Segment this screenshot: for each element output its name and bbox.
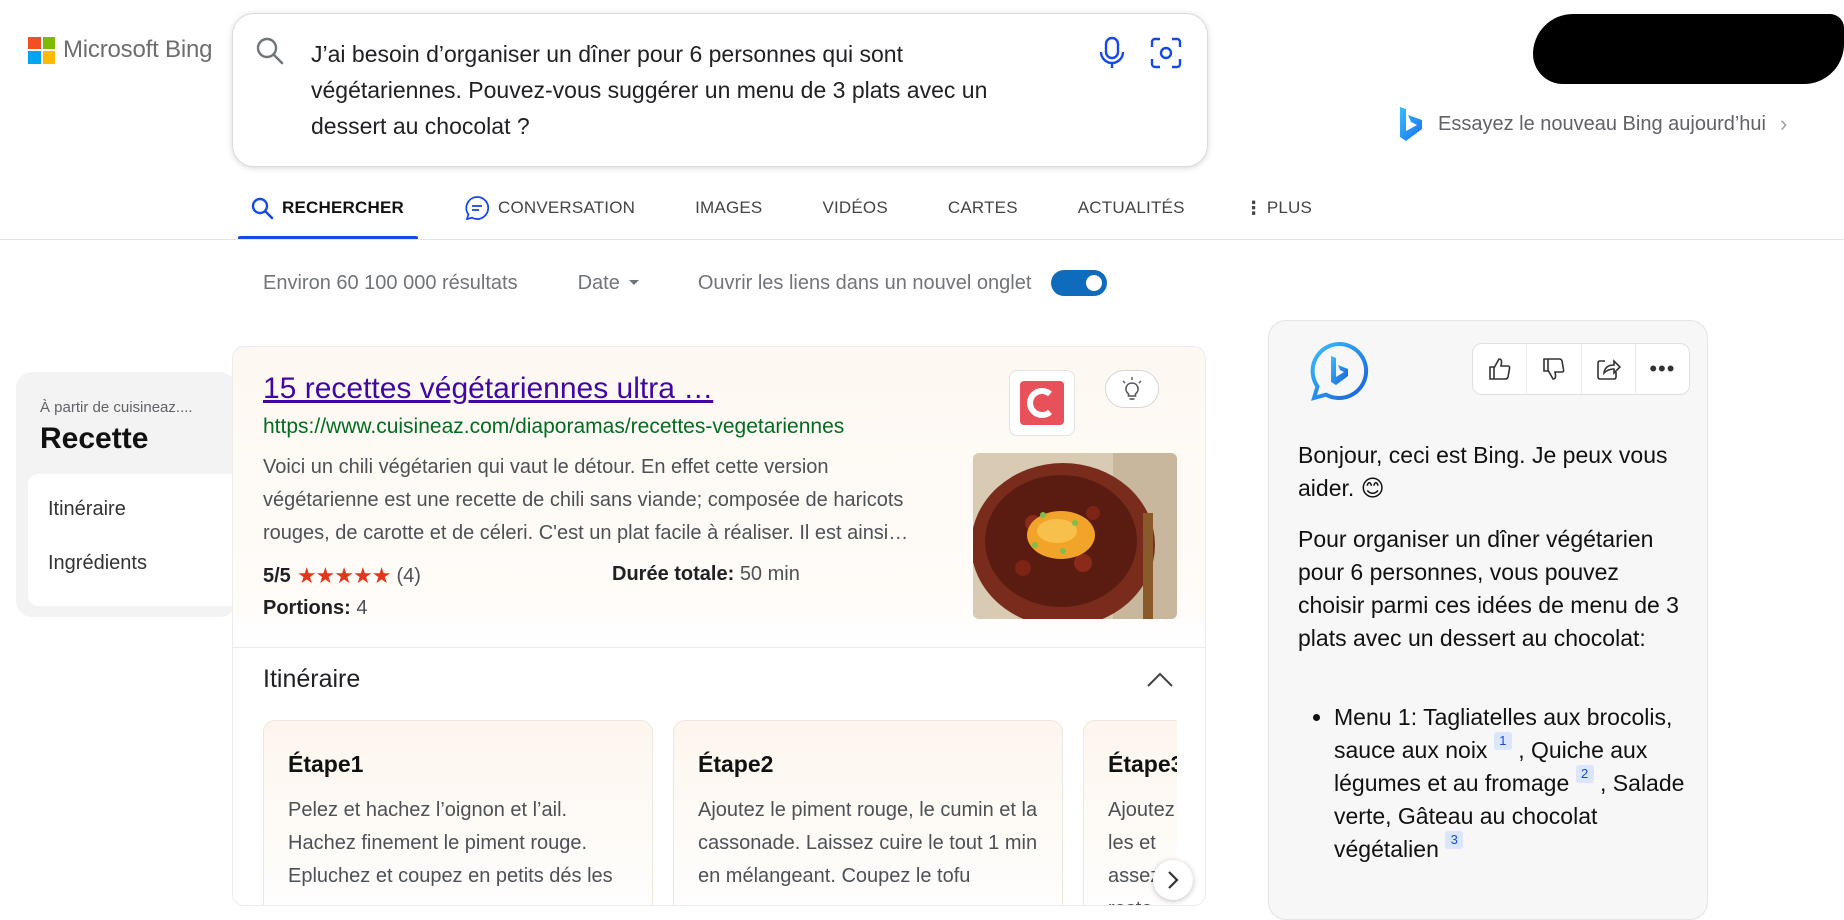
chevron-right-icon [1168,871,1179,889]
steps-carousel: Étape1 Pelez et hachez l’oignon et l’ail… [263,720,1177,905]
new-tab-toggle[interactable] [1051,270,1108,296]
recipe-nav-title: Recette [40,422,149,455]
duration-value: 50 min [739,563,800,585]
thumbs-up-button[interactable] [1473,344,1528,394]
bing-chat-panel: ••• Bonjour, ceci est Bing. Je peux vous… [1268,320,1708,920]
carousel-next-button[interactable] [1153,860,1193,900]
recipe-nav-panel: À partir de cuisineaz.... Recette Itinér… [16,372,236,617]
chat-menu-list: Menu 1: Tagliatelles aux brocolis, sauce… [1298,701,1688,866]
rating-row: 5/5 ★★★★★ (4) [263,563,421,589]
citation-link[interactable]: 2 [1575,765,1594,783]
recipe-result-card: 15 recettes végétariennes ultra … https:… [232,346,1206,906]
recipe-nav-itineraire[interactable]: Itinéraire [48,498,126,521]
tab-label: VIDÉOS [822,198,888,217]
portions-row: Portions: 4 [263,597,367,620]
itinerary-heading: Itinéraire [263,665,361,693]
tab-actualites[interactable]: ACTUALITÉS [1078,193,1185,223]
step-title: Étape3 [1108,751,1177,777]
food-photo [973,453,1177,619]
rating-count: (4) [396,564,421,587]
step-title: Étape1 [288,751,364,777]
chevron-up-icon[interactable] [1145,669,1175,691]
more-vertical-icon: ⋮ [1244,197,1263,218]
bing-logo-icon [1400,107,1422,141]
share-icon [1597,359,1622,380]
bing-chat-icon[interactable] [1309,341,1369,401]
more-options-button[interactable]: ••• [1636,344,1689,394]
result-count: Environ 60 100 000 résultats [263,271,518,294]
brand-name: Microsoft Bing [63,36,213,63]
rating-score: 5/5 [263,564,291,587]
duration-row: Durée totale: 50 min [612,563,800,586]
chat-intro: Pour organiser un dîner végétarien pour … [1298,526,1679,651]
tab-label: ACTUALITÉS [1077,198,1185,217]
tab-label: IMAGES [695,198,763,217]
chevron-right-icon: › [1780,111,1788,136]
step-text: Pelez et hachez l’oignon et l’ail. Hache… [288,799,613,887]
lightbulb-icon [1122,377,1142,400]
search-query-text[interactable]: J’ai besoin d’organiser un dîner pour 6 … [311,36,1041,144]
thumbs-down-icon [1543,358,1565,380]
results-toolbar: Environ 60 100 000 résultats Date Ouvrir… [263,270,1108,296]
chat-actions-bar: ••• [1472,343,1690,395]
date-filter[interactable]: Date [578,272,640,295]
try-new-bing-label: Essayez le nouveau Bing aujourd’hui [1438,112,1766,135]
bing-logo[interactable]: Microsoft Bing [28,36,212,64]
search-icon [251,197,274,220]
redacted-account-area [1533,14,1844,84]
search-tabs: RECHERCHER CONVERSATION IMAGES VIDÉOS CA… [238,193,1372,240]
thumbs-down-button[interactable] [1527,344,1582,394]
search-icon[interactable] [255,36,285,66]
duration-label: Durée totale: [612,563,735,585]
new-tab-label: Ouvrir les liens dans un nouvel onglet [697,271,1032,294]
tab-label: CARTES [947,198,1018,217]
chili-dish-image[interactable] [973,453,1177,619]
tab-cartes[interactable]: CARTES [948,193,1018,223]
citation-link[interactable]: 1 [1493,732,1512,750]
tab-videos[interactable]: VIDÉOS [822,193,887,223]
recipe-source: À partir de cuisineaz.... [40,399,193,416]
tab-conversation[interactable]: CONVERSATION [464,193,635,223]
tab-label: CONVERSATION [497,198,636,217]
tab-label: RECHERCHER [282,198,404,217]
portions-label: Portions: [263,597,351,619]
cuisineaz-logo[interactable] [1009,370,1075,436]
tab-label: PLUS [1266,198,1313,217]
toggle-knob [1086,275,1103,291]
tab-rechercher[interactable]: RECHERCHER [238,193,418,240]
thumbs-up-icon [1488,358,1511,380]
tab-plus[interactable]: ⋮ PLUS [1245,193,1312,223]
citation-link[interactable]: 3 [1445,831,1464,849]
step-card[interactable]: Étape2 Ajoutez le piment rouge, le cumin… [673,720,1063,905]
cuisineaz-logo-icon [1020,381,1064,425]
visual-search-icon[interactable] [1149,36,1183,70]
card-divider [233,647,1205,648]
portions-value: 4 [356,597,368,619]
result-url[interactable]: https://www.cuisineaz.com/diaporamas/rec… [263,415,943,439]
insights-button[interactable] [1105,370,1159,408]
more-horizontal-icon: ••• [1649,356,1676,381]
try-new-bing-link[interactable]: Essayez le nouveau Bing aujourd’hui › [1398,105,1787,143]
recipe-nav-ingredients[interactable]: Ingrédients [48,552,147,575]
menu-item: Menu 1: Tagliatelles aux brocolis, sauce… [1334,701,1688,866]
share-button[interactable] [1582,344,1636,394]
step-title: Étape2 [698,751,774,777]
result-snippet: Voici un chili végétarien qui vaut le dé… [263,456,909,544]
search-box[interactable]: J’ai besoin d’organiser un dîner pour 6 … [232,13,1208,167]
chat-greeting: Bonjour, ceci est Bing. Je peux vous aid… [1298,442,1668,501]
microphone-icon[interactable] [1097,36,1127,70]
result-title-link[interactable]: 15 recettes végétariennes ultra … [263,372,713,406]
tab-images[interactable]: IMAGES [695,193,762,223]
microsoft-logo-icon [28,36,55,64]
star-rating-icon: ★★★★★ [296,563,392,588]
step-card[interactable]: Étape1 Pelez et hachez l’oignon et l’ail… [263,720,653,905]
chat-icon [465,196,489,221]
caret-down-icon [628,280,639,285]
step-text: Ajoutez le piment rouge, le cumin et la … [698,799,1038,887]
date-filter-label: Date [577,271,620,294]
recipe-nav-list: Itinéraire Ingrédients [28,474,236,606]
tabs-divider [0,239,1844,240]
